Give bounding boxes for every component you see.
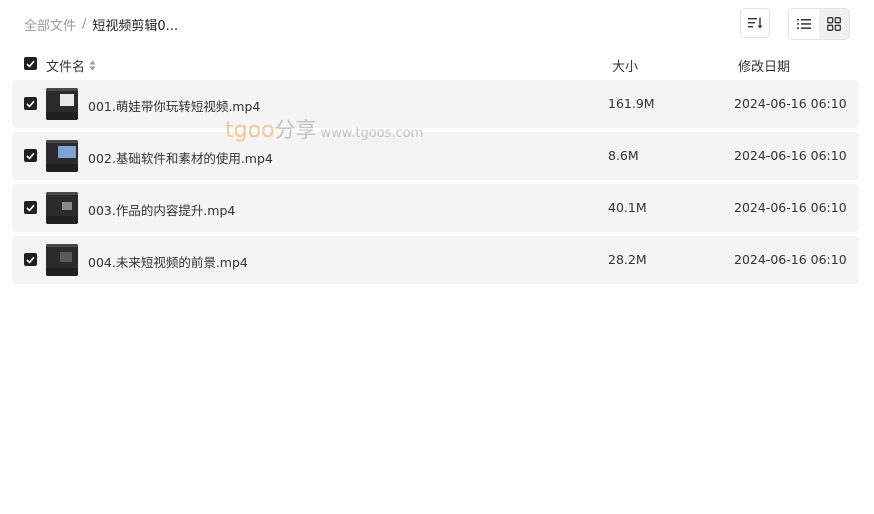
sort-button[interactable] <box>740 8 770 38</box>
video-thumbnail <box>46 140 78 172</box>
file-row[interactable]: 002.基础软件和素材的使用.mp4 8.6M 2024-06-16 06:10 <box>12 132 859 180</box>
file-row[interactable]: 001.萌娃带你玩转短视频.mp4 161.9M 2024-06-16 06:1… <box>12 80 859 128</box>
file-date: 2024-06-16 06:10 <box>734 96 847 111</box>
checkmark-icon <box>26 152 35 160</box>
checkmark-icon <box>26 60 35 68</box>
file-name[interactable]: 003.作品的内容提升.mp4 <box>88 200 235 219</box>
file-date: 2024-06-16 06:10 <box>734 252 847 267</box>
file-checkbox[interactable] <box>24 201 37 214</box>
grid-view-icon <box>827 17 841 31</box>
breadcrumb-root-link[interactable]: 全部文件 <box>24 15 76 34</box>
column-header-size[interactable]: 大小 <box>612 56 638 75</box>
column-header-name-label: 文件名 <box>46 60 86 75</box>
file-size: 28.2M <box>608 252 647 267</box>
file-date: 2024-06-16 06:10 <box>734 200 847 215</box>
checkmark-icon <box>26 256 35 264</box>
grid-view-button[interactable] <box>819 9 849 39</box>
file-list-header: 文件名 大小 修改日期 <box>24 54 859 75</box>
file-browser: 全部文件 / 短视频剪辑0... 文件名 大小 修改日期 001.萌娃带你玩转短… <box>0 0 874 514</box>
watermark-brand: tgoo <box>225 118 275 143</box>
checkmark-icon <box>26 100 35 108</box>
file-size: 161.9M <box>608 96 655 111</box>
file-name[interactable]: 002.基础软件和素材的使用.mp4 <box>88 148 273 167</box>
view-toggle <box>788 8 850 40</box>
watermark-url: www.tgoos.com <box>320 126 424 141</box>
file-name[interactable]: 004.未来短视频的前景.mp4 <box>88 252 248 271</box>
column-header-name[interactable]: 文件名 <box>46 56 96 75</box>
breadcrumb-separator: / <box>82 16 87 32</box>
breadcrumb: 全部文件 / 短视频剪辑0... <box>24 14 178 34</box>
file-size: 8.6M <box>608 148 639 163</box>
video-thumbnail <box>46 244 78 276</box>
video-thumbnail <box>46 192 78 224</box>
select-all-checkbox[interactable] <box>24 57 37 70</box>
file-checkbox[interactable] <box>24 97 37 110</box>
file-row[interactable]: 004.未来短视频的前景.mp4 28.2M 2024-06-16 06:10 <box>12 236 859 284</box>
sort-lines-icon <box>748 17 763 29</box>
file-checkbox[interactable] <box>24 149 37 162</box>
watermark-share: 分享 <box>274 118 317 142</box>
checkmark-icon <box>26 204 35 212</box>
list-view-button[interactable] <box>789 9 819 39</box>
file-date: 2024-06-16 06:10 <box>734 148 847 163</box>
watermark: tgoo 分享 www.tgoos.com <box>225 114 423 144</box>
video-thumbnail <box>46 88 78 120</box>
list-view-icon <box>797 19 811 29</box>
file-name[interactable]: 001.萌娃带你玩转短视频.mp4 <box>88 96 260 115</box>
column-header-date[interactable]: 修改日期 <box>738 56 790 75</box>
sort-updown-icon[interactable] <box>89 60 96 71</box>
breadcrumb-current-folder: 短视频剪辑0... <box>92 18 179 34</box>
file-checkbox[interactable] <box>24 253 37 266</box>
file-row[interactable]: 003.作品的内容提升.mp4 40.1M 2024-06-16 06:10 <box>12 184 859 232</box>
file-size: 40.1M <box>608 200 647 215</box>
